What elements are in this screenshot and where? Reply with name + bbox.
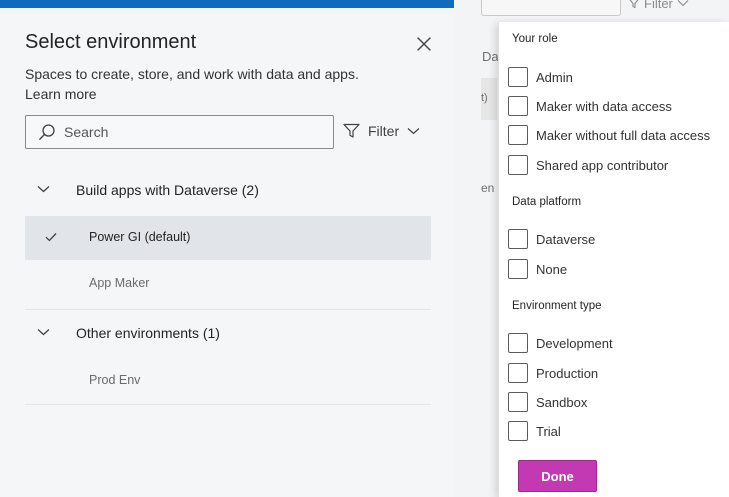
- checkbox-label: None: [536, 261, 568, 277]
- environment-label: Power GI (default): [89, 230, 191, 244]
- checkbox-label: Development: [536, 335, 613, 351]
- environment-label: Prod Env: [89, 373, 141, 387]
- filter-icon: [629, 0, 639, 9]
- checkmark-icon: [45, 233, 57, 242]
- checkbox-label: Maker with data access: [536, 98, 672, 114]
- checkbox-box[interactable]: [508, 155, 528, 175]
- divider: [25, 309, 431, 310]
- checkbox-maker-with-data-access[interactable]: Maker with data access: [508, 96, 672, 116]
- checkbox-label: Production: [536, 365, 599, 381]
- checkbox-dataverse[interactable]: Dataverse: [508, 229, 595, 249]
- environment-item-prod-env[interactable]: Prod Env: [25, 359, 431, 403]
- checkbox-development[interactable]: Development: [508, 333, 613, 353]
- environment-item-power-gi[interactable]: Power GI (default): [25, 216, 431, 260]
- filter-button[interactable]: Filter: [343, 123, 420, 139]
- checkbox-box[interactable]: [508, 96, 528, 116]
- group-header-build-apps[interactable]: Build apps with Dataverse (2): [25, 174, 431, 206]
- close-icon[interactable]: [415, 35, 433, 53]
- chevron-down-icon: [677, 0, 689, 7]
- learn-more-link[interactable]: Learn more: [25, 84, 425, 104]
- checkbox-maker-without-full-data-access[interactable]: Maker without full data access: [508, 125, 710, 145]
- checkbox-admin[interactable]: Admin: [508, 67, 573, 87]
- background-column-header: Da: [482, 49, 499, 64]
- checkbox-box[interactable]: [508, 125, 528, 145]
- checkbox-sandbox[interactable]: Sandbox: [508, 392, 587, 412]
- section-title-data-platform: Data platform: [512, 196, 582, 208]
- checkbox-box[interactable]: [508, 392, 528, 412]
- checkbox-label: Dataverse: [536, 231, 596, 247]
- checkbox-label: Admin: [536, 69, 573, 85]
- checkbox-label: Trial: [536, 423, 561, 439]
- done-button[interactable]: Done: [518, 460, 597, 492]
- chevron-down-icon: [37, 329, 50, 336]
- checkbox-box[interactable]: [508, 421, 528, 441]
- section-title-environment-type: Environment type: [512, 300, 602, 312]
- panel-description: Spaces to create, store, and work with d…: [25, 64, 425, 104]
- checkbox-box[interactable]: [508, 259, 528, 279]
- checkbox-box[interactable]: [508, 333, 528, 353]
- background-row: t): [481, 78, 497, 120]
- environment-item-app-maker[interactable]: App Maker: [25, 262, 431, 306]
- background-search-box[interactable]: [481, 0, 621, 16]
- checkbox-label: Maker without full data access: [536, 127, 711, 143]
- environment-label: App Maker: [89, 276, 150, 290]
- search-icon: [39, 124, 55, 140]
- divider: [25, 404, 431, 405]
- checkbox-box[interactable]: [508, 67, 528, 87]
- checkbox-box[interactable]: [508, 229, 528, 249]
- checkbox-production[interactable]: Production: [508, 363, 598, 383]
- checkbox-shared-app-contributor[interactable]: Shared app contributor: [508, 155, 668, 175]
- panel-description-text: Spaces to create, store, and work with d…: [25, 66, 359, 82]
- background-row-text: en: [481, 181, 495, 195]
- checkbox-label: Sandbox: [536, 394, 588, 410]
- app-header-bar: [0, 0, 454, 8]
- chevron-down-icon: [37, 186, 50, 193]
- search-box[interactable]: [25, 115, 334, 149]
- filter-icon: [343, 123, 360, 138]
- checkbox-label: Shared app contributor: [536, 157, 669, 173]
- filter-label: Filter: [368, 123, 400, 139]
- background-filter-label: Filter: [644, 0, 673, 11]
- background-filter-button[interactable]: Filter: [628, 0, 689, 11]
- checkbox-box[interactable]: [508, 363, 528, 383]
- chevron-down-icon: [407, 128, 420, 135]
- checkbox-none[interactable]: None: [508, 259, 567, 279]
- background-row-text: t): [481, 92, 488, 104]
- group-label: Build apps with Dataverse (2): [76, 182, 259, 198]
- section-title-your-role: Your role: [512, 33, 558, 45]
- panel-title: Select environment: [25, 31, 197, 53]
- group-header-other-environments[interactable]: Other environments (1): [25, 317, 431, 349]
- select-environment-panel: Select environment Spaces to create, sto…: [0, 13, 455, 497]
- group-label: Other environments (1): [76, 325, 220, 341]
- checkbox-trial[interactable]: Trial: [508, 421, 561, 441]
- search-input[interactable]: [64, 124, 314, 140]
- filter-dropdown: Your role Admin Maker with data access M…: [498, 22, 729, 497]
